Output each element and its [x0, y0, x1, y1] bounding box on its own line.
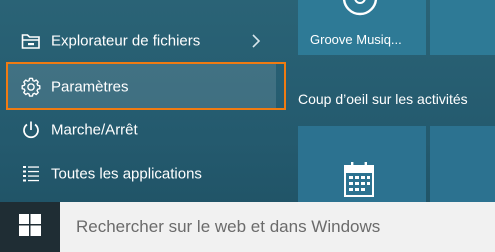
menu-item-label: Explorateur de fichiers — [51, 32, 201, 50]
tile-right-middle[interactable] — [430, 126, 495, 202]
start-menu-screen: Explorateur de fichiers Paramètres March… — [0, 0, 495, 252]
search-box — [60, 202, 495, 252]
menu-item-all-apps[interactable]: Toutes les applications — [0, 152, 295, 196]
windows-logo-icon — [19, 213, 41, 241]
tile-label: Groove Musiq... — [310, 32, 402, 47]
file-explorer-icon — [20, 30, 42, 52]
tile-group-activities-label: Coup d’oeil sur les activités — [298, 91, 468, 107]
groove-music-icon — [338, 0, 382, 25]
menu-item-label: Marche/Arrêt — [51, 121, 138, 139]
taskbar — [0, 202, 495, 252]
tile-groove-music[interactable]: Groove Musiq... — [298, 0, 426, 55]
menu-item-label: Toutes les applications — [51, 165, 202, 183]
calendar-icon — [344, 162, 374, 207]
tile-right-top[interactable] — [430, 0, 495, 55]
tile-calendar[interactable] — [298, 126, 426, 202]
chevron-right-icon — [251, 34, 261, 48]
start-menu-left: Explorateur de fichiers Paramètres March… — [0, 0, 295, 202]
search-input[interactable] — [60, 202, 495, 252]
start-button[interactable] — [0, 202, 60, 252]
menu-item-power[interactable]: Marche/Arrêt — [0, 108, 295, 152]
settings-highlight-box — [6, 62, 286, 110]
menu-item-file-explorer[interactable]: Explorateur de fichiers — [0, 19, 295, 63]
all-apps-icon — [20, 163, 42, 185]
power-icon — [20, 119, 42, 141]
